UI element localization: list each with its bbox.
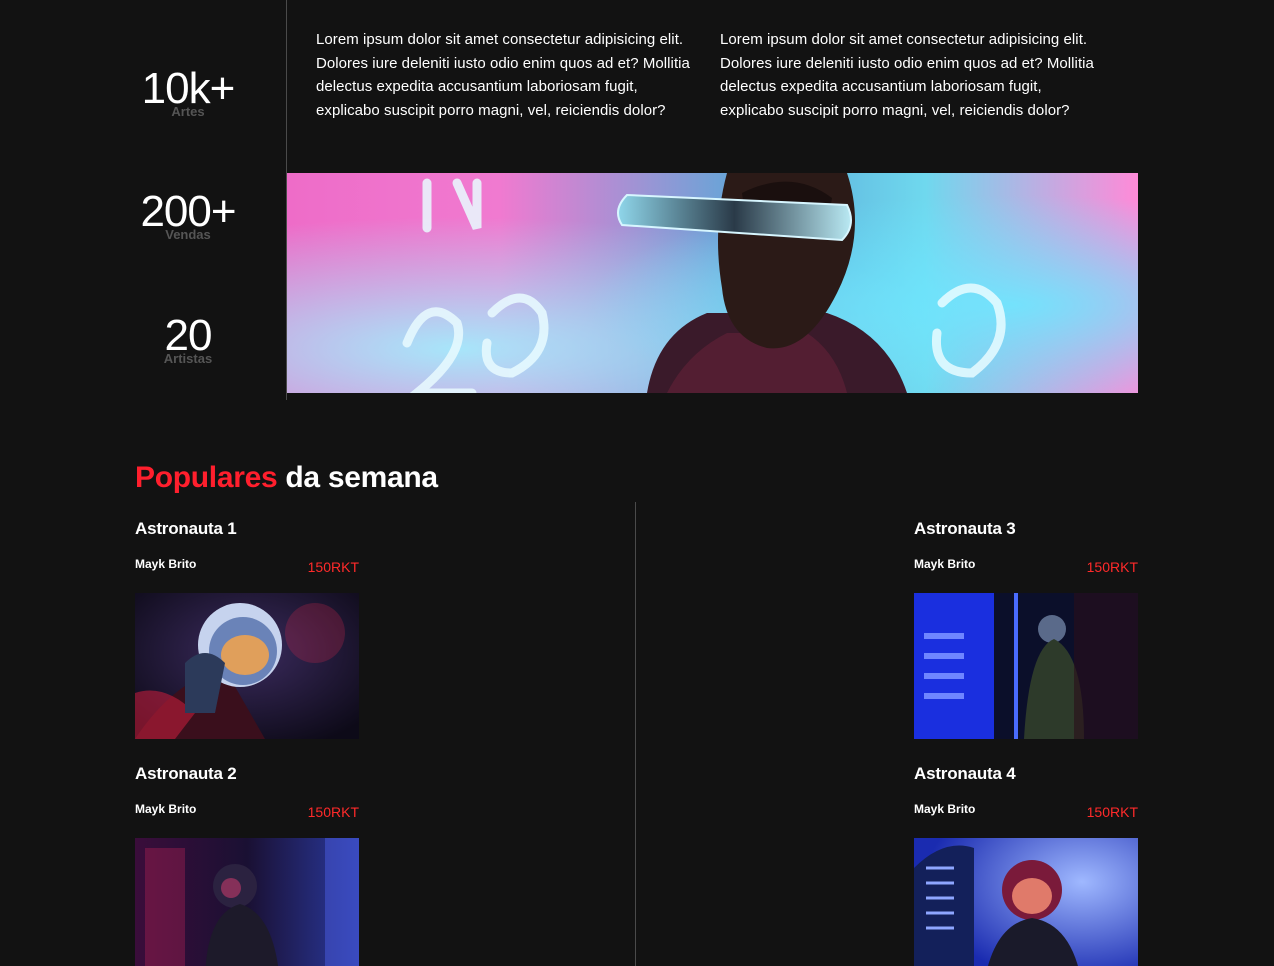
card-meta: Mayk Brito 150RKT (914, 802, 1138, 822)
stat-artes: 10k+ Artes (100, 67, 276, 120)
section-title-rest: da semana (277, 461, 438, 494)
product-card-astronauta-4[interactable]: Astronauta 4 Mayk Brito 150RKT (914, 764, 1138, 966)
product-card-astronauta-1[interactable]: Astronauta 1 Mayk Brito 150RKT (135, 519, 359, 739)
card-price: 150RKT (307, 804, 359, 820)
card-meta: Mayk Brito 150RKT (914, 557, 1138, 577)
stat-label: Artistas (163, 351, 213, 366)
card-title: Astronauta 2 (135, 764, 237, 783)
hero-illustration (287, 173, 1138, 393)
product-card-astronauta-3[interactable]: Astronauta 3 Mayk Brito 150RKT (914, 519, 1138, 739)
card-meta: Mayk Brito 150RKT (135, 802, 359, 822)
card-image[interactable] (914, 593, 1138, 739)
hero-banner-image (287, 173, 1138, 393)
card-artist: Mayk Brito (135, 557, 197, 571)
intro-paragraph-2: Lorem ipsum dolor sit amet consectetur a… (720, 31, 1094, 119)
stat-vendas: 200+ Vendas (100, 190, 276, 243)
product-card-astronauta-2[interactable]: Astronauta 2 Mayk Brito 150RKT (135, 764, 359, 966)
card-image[interactable] (135, 838, 359, 966)
stat-artistas: 20 Artistas (100, 314, 276, 367)
section-title-accent: Populares (135, 461, 278, 494)
card-price: 150RKT (307, 559, 359, 575)
stats-column: 10k+ Artes 200+ Vendas 20 Artistas (100, 0, 286, 400)
stat-label: Vendas (165, 227, 211, 242)
card-meta: Mayk Brito 150RKT (135, 557, 359, 577)
stat-label: Artes (171, 104, 205, 119)
card-artist: Mayk Brito (914, 802, 976, 816)
card-title: Astronauta 1 (135, 519, 237, 538)
section-divider (635, 502, 636, 966)
card-price: 150RKT (1086, 559, 1138, 575)
card-price: 150RKT (1086, 804, 1138, 820)
card-title: Astronauta 3 (914, 519, 1016, 538)
card-image[interactable] (135, 593, 359, 739)
card-artist: Mayk Brito (914, 557, 976, 571)
card-image[interactable] (914, 838, 1138, 966)
intro-paragraph-1: Lorem ipsum dolor sit amet consectetur a… (316, 31, 690, 119)
card-artist: Mayk Brito (135, 802, 197, 816)
card-title: Astronauta 4 (914, 764, 1016, 783)
section-title: Populares da semana (135, 461, 438, 495)
